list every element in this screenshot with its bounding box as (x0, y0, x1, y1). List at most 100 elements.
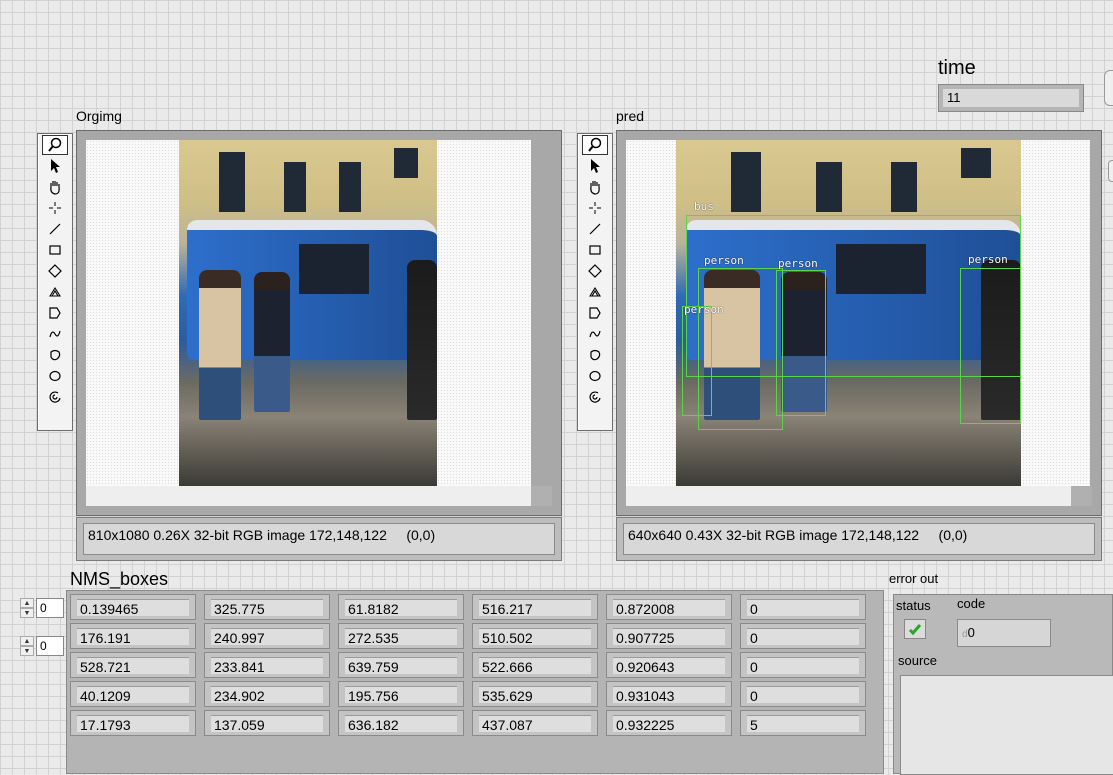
nms-cell-value: 137.059 (211, 715, 323, 733)
nms-cell-value: 0 (747, 628, 859, 646)
nms-cell-value: 0 (747, 686, 859, 704)
annulus-icon[interactable] (42, 282, 68, 302)
polygon-icon[interactable] (42, 303, 68, 323)
nms-cell[interactable]: 0 (740, 594, 866, 620)
pred-image-label: pred (616, 108, 645, 124)
pred-horizontal-scroll[interactable] (626, 486, 1071, 506)
freehand-line-icon[interactable] (42, 324, 68, 344)
pointer-icon[interactable] (582, 156, 608, 176)
nms-cell-value: 233.841 (211, 657, 323, 675)
nms-cell-value: 0.139465 (77, 599, 189, 617)
nms-cell[interactable]: 40.1209 (70, 681, 196, 707)
pred-status-text: 640x640 0.43X 32-bit RGB image 172,148,1… (623, 523, 1095, 555)
pred-scroll-corner (1071, 486, 1092, 506)
nms-cell[interactable]: 0.920643 (606, 652, 732, 678)
nms-cell[interactable]: 233.841 (204, 652, 330, 678)
orig-photo (179, 140, 437, 486)
bbox-person-4-label: person (684, 303, 724, 316)
nms-cell[interactable]: 535.629 (472, 681, 598, 707)
nms-cell[interactable]: 234.902 (204, 681, 330, 707)
pan-icon[interactable] (582, 177, 608, 197)
nms-cell[interactable]: 0 (740, 681, 866, 707)
nms-cell[interactable]: 636.182 (338, 710, 464, 736)
nms-cell[interactable]: 0 (740, 623, 866, 649)
nms-cell[interactable]: 137.059 (204, 710, 330, 736)
polygon-icon[interactable] (582, 303, 608, 323)
annulus-icon[interactable] (582, 282, 608, 302)
pointer-icon[interactable] (42, 156, 68, 176)
nms-row-index-spinner[interactable]: ▲ ▼ (20, 598, 34, 618)
nms-cell[interactable]: 272.535 (338, 623, 464, 649)
zoom-icon[interactable] (582, 135, 608, 155)
side-scroll-partial[interactable] (1108, 160, 1113, 182)
nms-row-index-input[interactable]: 0 (36, 598, 64, 618)
error-out-cluster: status code d0 source (893, 594, 1113, 775)
time-value: 11 (943, 89, 1079, 107)
nms-cell-value: 5 (747, 715, 859, 733)
pred-tool-palette (577, 133, 613, 431)
error-source-label: source (898, 653, 938, 668)
error-code-field: d0 (957, 619, 1051, 647)
rectangle-icon[interactable] (42, 240, 68, 260)
nms-cell[interactable]: 528.721 (70, 652, 196, 678)
nms-boxes-array[interactable]: 0.139465 325.775 61.8182 516.217 0.872008 0 17… (70, 594, 874, 739)
line-icon[interactable] (582, 219, 608, 239)
freehand-region-icon[interactable] (42, 345, 68, 365)
nms-cell-value: 272.535 (345, 628, 457, 646)
nms-cell[interactable]: 0.139465 (70, 594, 196, 620)
bbox-person-3 (960, 268, 1021, 424)
rotated-rectangle-icon[interactable] (582, 261, 608, 281)
nms-cell-value: 176.191 (77, 628, 189, 646)
nms-cell[interactable]: 516.217 (472, 594, 598, 620)
crosshair-icon[interactable] (42, 198, 68, 218)
nms-cell[interactable]: 0.907725 (606, 623, 732, 649)
rectangle-icon[interactable] (582, 240, 608, 260)
nms-cell[interactable]: 639.759 (338, 652, 464, 678)
time-spinner-partial[interactable] (1104, 70, 1113, 106)
nms-cell[interactable]: 195.756 (338, 681, 464, 707)
nms-cell[interactable]: 0.872008 (606, 594, 732, 620)
freehand-line-icon[interactable] (582, 324, 608, 344)
rotated-rectangle-icon[interactable] (42, 261, 68, 281)
pred-photo: bus person person person person (676, 140, 1021, 486)
bbox-person-4 (682, 306, 712, 416)
broken-annulus-icon[interactable] (42, 387, 68, 407)
nms-row: 176.191 240.997 272.535 510.502 0.907725 0 (70, 623, 874, 649)
error-status-label: status (896, 598, 931, 613)
bbox-bus-label: bus (694, 200, 714, 213)
pred-status-bar: 640x640 0.43X 32-bit RGB image 172,148,1… (616, 517, 1102, 561)
orig-image-display[interactable] (76, 130, 562, 516)
orig-tool-palette (37, 133, 73, 431)
pan-icon[interactable] (42, 177, 68, 197)
pred-image-display[interactable]: bus person person person person (616, 130, 1102, 516)
line-icon[interactable] (42, 219, 68, 239)
freehand-region-icon[interactable] (582, 345, 608, 365)
nms-cell-value: 234.902 (211, 686, 323, 704)
oval-icon[interactable] (42, 366, 68, 386)
nms-cell-value: 437.087 (479, 715, 591, 733)
orig-horizontal-scroll[interactable] (86, 486, 531, 506)
nms-cell[interactable]: 522.666 (472, 652, 598, 678)
checkmark-icon (908, 624, 922, 636)
nms-cell[interactable]: 5 (740, 710, 866, 736)
nms-row: 17.1793 137.059 636.182 437.087 0.932225 5 (70, 710, 874, 736)
nms-cell[interactable]: 176.191 (70, 623, 196, 649)
nms-cell[interactable]: 437.087 (472, 710, 598, 736)
crosshair-icon[interactable] (582, 198, 608, 218)
nms-cell[interactable]: 0.931043 (606, 681, 732, 707)
nms-cell[interactable]: 61.8182 (338, 594, 464, 620)
nms-cell[interactable]: 240.997 (204, 623, 330, 649)
nms-cell-value: 0 (747, 657, 859, 675)
nms-cell[interactable]: 17.1793 (70, 710, 196, 736)
nms-cell[interactable]: 0.932225 (606, 710, 732, 736)
nms-col-index-spinner[interactable]: ▲ ▼ (20, 636, 34, 656)
nms-cell-value: 636.182 (345, 715, 457, 733)
nms-col-index-input[interactable]: 0 (36, 636, 64, 656)
nms-cell[interactable]: 510.502 (472, 623, 598, 649)
orig-person-1 (199, 270, 241, 420)
oval-icon[interactable] (582, 366, 608, 386)
broken-annulus-icon[interactable] (582, 387, 608, 407)
nms-cell[interactable]: 0 (740, 652, 866, 678)
zoom-icon[interactable] (42, 135, 68, 155)
nms-cell[interactable]: 325.775 (204, 594, 330, 620)
